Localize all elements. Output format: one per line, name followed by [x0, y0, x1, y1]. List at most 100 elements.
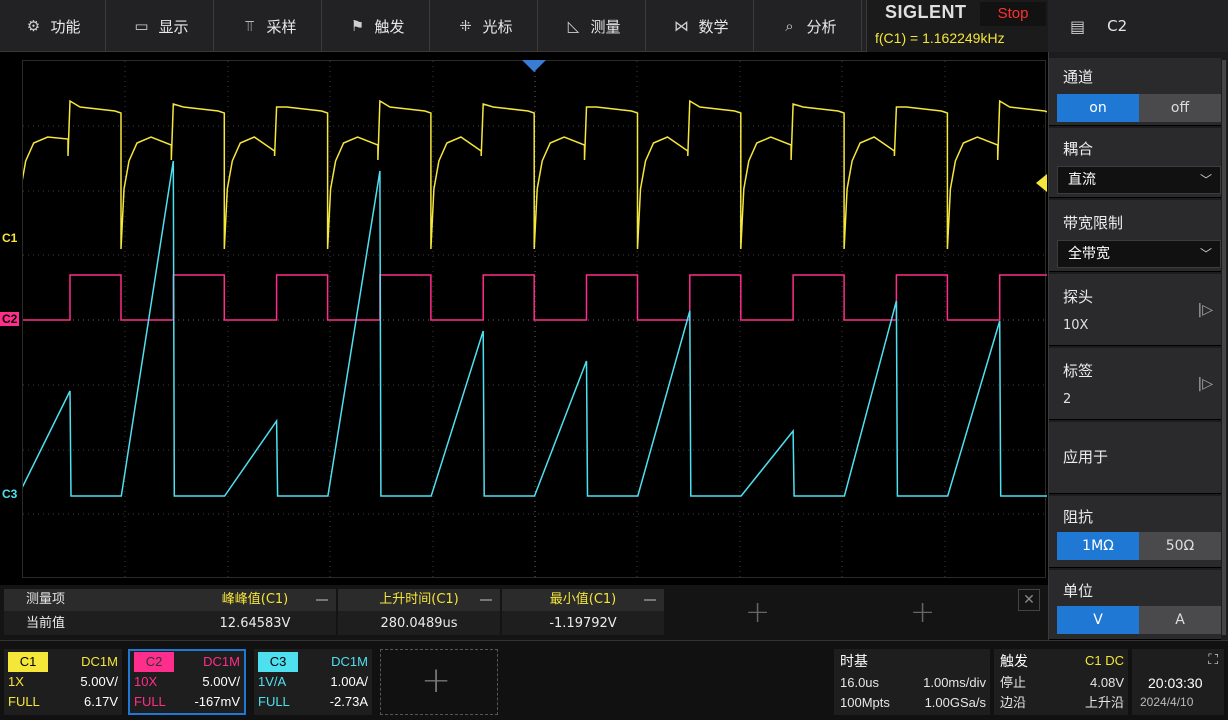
- impedance-toggle[interactable]: 1MΩ 50Ω: [1057, 532, 1221, 560]
- unit-section: 单位 V A: [1049, 570, 1221, 640]
- channel-off-button[interactable]: off: [1139, 94, 1221, 122]
- expand-arrow-icon: |▷: [1197, 376, 1213, 392]
- c3-channel-box[interactable]: C3 DC1M 1V/A 1.00A/ FULL -2.73A: [254, 649, 372, 715]
- unit-a-button[interactable]: A: [1139, 606, 1221, 634]
- c1-offset: 6.17V: [84, 694, 118, 709]
- add-measurement-icon[interactable]: +: [910, 595, 935, 630]
- network-icon: ⛶: [1208, 651, 1218, 667]
- c2-channel-box[interactable]: C2 DC1M 10X 5.00V/ FULL -167mV: [128, 649, 246, 715]
- clock-date: 2024/4/10: [1140, 695, 1194, 709]
- c3-offset: -2.73A: [329, 694, 368, 709]
- apply-to-section[interactable]: 应用于: [1049, 422, 1221, 494]
- menu-acquire-label: 采样: [266, 17, 297, 36]
- unit-toggle[interactable]: V A: [1057, 606, 1221, 634]
- c2-tag: C2: [134, 652, 174, 672]
- menu-analysis[interactable]: ⌕ 分析: [756, 0, 862, 52]
- measurement-name: 最小值(C1): [502, 589, 664, 611]
- impedance-50-button[interactable]: 50Ω: [1139, 532, 1221, 560]
- run-state-indicator[interactable]: Stop: [980, 2, 1046, 26]
- measurement-label-column: 测量项 当前值: [4, 589, 174, 635]
- panel-header: ▤ C2: [1048, 0, 1228, 52]
- channel-menu-icon: ▤: [1070, 16, 1086, 36]
- bandwidth-select[interactable]: 全带宽 ﹀: [1057, 240, 1221, 268]
- probe-section[interactable]: 探头 10X |▷: [1049, 274, 1221, 346]
- trigger-type: 边沿: [1000, 695, 1027, 710]
- c3-coupling: DC1M: [331, 654, 368, 669]
- menu-math[interactable]: ⋈ 数学: [648, 0, 754, 52]
- c3-offset-marker[interactable]: C3: [2, 487, 17, 501]
- timebase-scale: 1.00ms/div: [923, 675, 986, 690]
- measurement-value: 12.64583V: [219, 616, 291, 631]
- timebase-box[interactable]: 时基 16.0us 1.00ms/div 100Mpts 1.00GSa/s: [834, 649, 990, 715]
- c2-offset: -167mV: [194, 694, 240, 709]
- clock-box: ⛶ 20:03:30 2024/4/10: [1132, 649, 1224, 715]
- add-channel-slot[interactable]: +: [380, 649, 498, 715]
- bandwidth-title: 带宽限制: [1063, 214, 1124, 232]
- menu-trigger[interactable]: ⚑ 触发: [324, 0, 430, 52]
- unit-v-button[interactable]: V: [1057, 606, 1139, 634]
- measurement-name: 上升时间(C1): [338, 589, 500, 611]
- waveform-grid[interactable]: [22, 60, 1047, 579]
- trigger-title: 触发: [1000, 654, 1028, 670]
- trigger-box[interactable]: 触发 C1 DC 停止 4.08V 边沿 上升沿: [994, 649, 1128, 715]
- measurement-item[interactable]: 最小值(C1) -1.19792V: [502, 589, 664, 635]
- coupling-value: 直流: [1068, 172, 1096, 188]
- c1-scale: 5.00V/: [80, 674, 118, 689]
- memory-depth: 100Mpts: [840, 695, 890, 710]
- c1-probe: 1X: [8, 674, 24, 689]
- probe-value: 10X: [1063, 318, 1089, 333]
- trigger-slope: 上升沿: [1084, 695, 1124, 710]
- close-icon[interactable]: ✕: [1018, 589, 1040, 611]
- chevron-down-icon: ﹀: [1199, 173, 1212, 187]
- menu-analysis-label: 分析: [806, 17, 837, 36]
- channel-on-button[interactable]: on: [1057, 94, 1139, 122]
- menu-cursor[interactable]: ⁜ 光标: [432, 0, 538, 52]
- trigger-source: C1 DC: [1084, 653, 1124, 668]
- c2-bandwidth: FULL: [134, 694, 166, 709]
- menu-measure[interactable]: ◺ 测量: [540, 0, 646, 52]
- menu-display-label: 显示: [158, 17, 189, 36]
- c1-channel-box[interactable]: C1 DC1M 1X 5.00V/ FULL 6.17V: [4, 649, 122, 715]
- measurement-item-label: 测量项: [4, 589, 174, 611]
- menu-display[interactable]: ▭ 显示: [108, 0, 214, 52]
- c1-offset-marker[interactable]: C1: [2, 231, 17, 245]
- trigger-position-marker[interactable]: [522, 60, 546, 72]
- impedance-1m-button[interactable]: 1MΩ: [1057, 532, 1139, 560]
- menu-acquire[interactable]: ⫪ 采样: [216, 0, 322, 52]
- label-title: 标签: [1063, 362, 1094, 380]
- status-bar: C1 DC1M 1X 5.00V/ FULL 6.17V C2 DC1M 10X 5.00…: [0, 640, 1228, 720]
- add-icon: +: [421, 660, 452, 701]
- remove-measurement-icon[interactable]: [316, 599, 328, 601]
- c3-probe: 1V/A: [258, 674, 287, 689]
- label-section[interactable]: 标签 2 |▷: [1049, 348, 1221, 420]
- timebase-delay: 16.0us: [840, 675, 880, 690]
- remove-measurement-icon[interactable]: [480, 599, 492, 601]
- brand-area: SIGLENT Stop f(C1) = 1.162249kHz: [866, 0, 1048, 52]
- impedance-title: 阻抗: [1063, 508, 1094, 526]
- measurement-item[interactable]: 上升时间(C1) 280.0489us: [338, 589, 500, 635]
- c2-offset-marker[interactable]: C2: [0, 312, 20, 326]
- cursor-icon: ⁜: [459, 17, 472, 35]
- current-value-label: 当前值: [26, 616, 66, 631]
- menu-function[interactable]: ⚙ 功能: [0, 0, 106, 52]
- c1-tag: C1: [8, 652, 48, 672]
- display-icon: ▭: [134, 17, 149, 35]
- panel-header-title: C2: [1107, 17, 1128, 35]
- sample-rate: 1.00GSa/s: [924, 695, 986, 710]
- add-measurement-icon[interactable]: +: [745, 595, 770, 630]
- top-menu-bar: ⚙ 功能 ▭ 显示 ⫪ 采样 ⚑ 触发 ⁜ 光标 ◺ 测量 ⋈ 数学 ⌕ 分析 …: [0, 0, 1048, 52]
- unit-title: 单位: [1063, 582, 1094, 600]
- channel-toggle[interactable]: on off: [1057, 94, 1221, 122]
- siglent-logo: SIGLENT: [885, 2, 967, 22]
- panel-scrollbar[interactable]: [1222, 60, 1226, 635]
- coupling-select[interactable]: 直流 ﹀: [1057, 166, 1221, 194]
- measurement-item[interactable]: 峰峰值(C1) 12.64583V: [174, 589, 336, 635]
- chevron-down-icon: ﹀: [1199, 247, 1212, 261]
- c1-bandwidth: FULL: [8, 694, 40, 709]
- trigger-level-marker[interactable]: [1036, 174, 1047, 192]
- frequency-counter: f(C1) = 1.162249kHz: [875, 30, 1005, 46]
- label-value: 2: [1063, 392, 1072, 407]
- remove-measurement-icon[interactable]: [644, 599, 656, 601]
- c2-scale: 5.00V/: [202, 674, 240, 689]
- menu-measure-label: 测量: [590, 17, 621, 36]
